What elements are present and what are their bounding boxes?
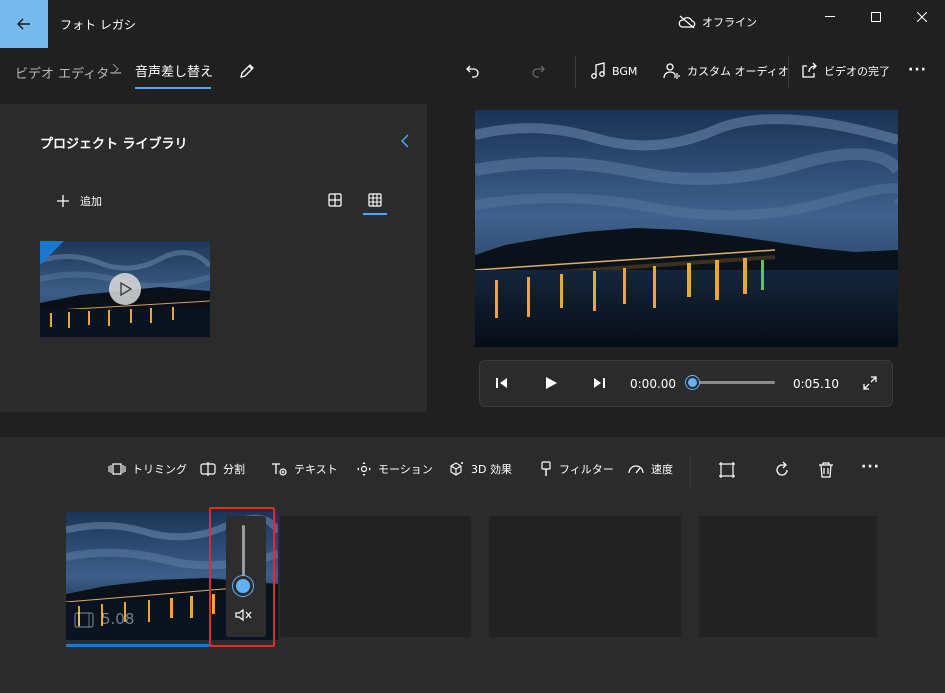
split-icon <box>199 461 217 477</box>
speed-button[interactable]: 速度 <box>627 461 673 477</box>
trim-label: トリミング <box>132 463 187 476</box>
delete-button[interactable] <box>818 461 834 479</box>
project-title-underline <box>135 87 211 89</box>
empty-clip-slot[interactable] <box>489 516 681 637</box>
view-selected-indicator <box>363 213 387 215</box>
finish-video-button[interactable]: ビデオの完了 <box>800 62 890 80</box>
redo-icon <box>529 62 547 80</box>
crop-button[interactable] <box>718 461 736 479</box>
fullscreen-button[interactable] <box>862 375 878 394</box>
empty-clip-slot[interactable] <box>699 516 877 637</box>
share-icon <box>800 62 818 80</box>
bgm-button[interactable]: BGM <box>590 62 637 80</box>
toolbar-divider <box>575 56 576 88</box>
rotate-icon <box>773 461 791 479</box>
text-button[interactable]: テキスト <box>270 461 338 477</box>
crop-icon <box>718 461 736 479</box>
current-time: 0:00.00 <box>630 377 677 391</box>
music-note-icon <box>590 62 606 80</box>
play-icon <box>544 376 558 390</box>
cloud-offline-icon <box>678 15 696 29</box>
person-audio-icon <box>663 62 681 80</box>
motion-icon <box>356 461 372 477</box>
rename-button[interactable] <box>238 62 256 83</box>
3d-effects-icon <box>447 461 465 477</box>
offline-label: オフライン <box>702 16 757 29</box>
speed-label: 速度 <box>651 463 673 476</box>
skip-forward-icon <box>592 376 606 390</box>
highlight-box <box>209 507 275 647</box>
video-preview[interactable] <box>475 110 898 347</box>
view-large-thumbnails-button[interactable] <box>327 192 343 211</box>
close-button[interactable] <box>899 0 945 34</box>
trash-icon <box>818 461 834 479</box>
maximize-icon <box>871 12 881 22</box>
pencil-icon <box>238 62 256 80</box>
seek-bar[interactable] <box>692 381 775 384</box>
skip-back-icon <box>495 376 509 390</box>
bgm-label: BGM <box>612 64 638 78</box>
thumbnail-play-button[interactable] <box>109 273 141 305</box>
app-title: フォト レガシ <box>60 18 136 32</box>
clip-duration: 5.08 <box>101 610 135 628</box>
grid-2x2-icon <box>327 192 343 208</box>
undo-icon <box>464 62 482 80</box>
text-label: テキスト <box>294 463 338 476</box>
expand-icon <box>862 375 878 391</box>
trim-icon <box>108 461 126 477</box>
split-button[interactable]: 分割 <box>199 461 245 477</box>
offline-status[interactable]: オフライン <box>678 14 757 30</box>
speed-icon <box>627 461 645 477</box>
custom-audio-label: カスタム オーディオ <box>687 65 789 78</box>
play-icon <box>118 282 132 296</box>
storyboard-more-button[interactable]: ··· <box>861 459 880 475</box>
previous-frame-button[interactable] <box>495 376 509 393</box>
seek-thumb[interactable] <box>686 376 699 389</box>
filter-label: フィルター <box>559 463 614 476</box>
plus-icon <box>56 194 70 208</box>
project-title[interactable]: 音声差し替え <box>135 61 213 80</box>
collapse-library-button[interactable] <box>400 133 410 152</box>
breadcrumb-chevron-icon <box>112 62 120 76</box>
rotate-button[interactable] <box>773 461 791 479</box>
motion-label: モーション <box>378 463 433 476</box>
redo-button[interactable] <box>529 62 547 80</box>
title-bar <box>0 0 945 48</box>
next-frame-button[interactable] <box>592 376 606 393</box>
motion-button[interactable]: モーション <box>356 461 433 477</box>
minimize-icon <box>825 16 835 18</box>
finish-video-label: ビデオの完了 <box>824 65 890 78</box>
total-time: 0:05.10 <box>793 377 840 391</box>
filter-button[interactable]: フィルター <box>539 461 614 477</box>
toolbar-divider <box>788 56 789 88</box>
close-icon <box>917 12 927 22</box>
3d-effects-label: 3D 効果 <box>471 463 512 476</box>
clip-progress-bar <box>66 644 212 647</box>
filter-icon <box>539 461 553 477</box>
text-icon <box>270 461 288 477</box>
split-label: 分割 <box>223 463 245 476</box>
selected-corner-marker <box>40 241 64 265</box>
film-icon <box>74 611 94 629</box>
breadcrumb-video-editor[interactable]: ビデオ エディター <box>15 63 122 82</box>
library-title: プロジェクト ライブラリ <box>40 137 188 152</box>
arrow-left-icon <box>17 18 31 30</box>
trim-button[interactable]: トリミング <box>108 461 187 477</box>
back-button[interactable] <box>0 0 48 48</box>
more-options-button[interactable]: ··· <box>908 62 927 78</box>
add-label: 追加 <box>80 195 102 208</box>
minimize-button[interactable] <box>807 0 853 34</box>
play-button[interactable] <box>544 376 558 393</box>
storyboard-toolbar-divider <box>690 456 691 488</box>
chevron-left-icon <box>400 133 410 149</box>
custom-audio-button[interactable]: カスタム オーディオ <box>663 62 789 80</box>
grid-3x3-icon <box>367 192 383 208</box>
3d-effects-button[interactable]: 3D 効果 <box>447 461 512 477</box>
view-small-thumbnails-button[interactable] <box>367 192 383 211</box>
empty-clip-slot[interactable] <box>280 516 471 637</box>
maximize-button[interactable] <box>853 0 899 34</box>
undo-button[interactable] <box>464 62 482 80</box>
add-media-button[interactable]: 追加 <box>56 193 102 209</box>
